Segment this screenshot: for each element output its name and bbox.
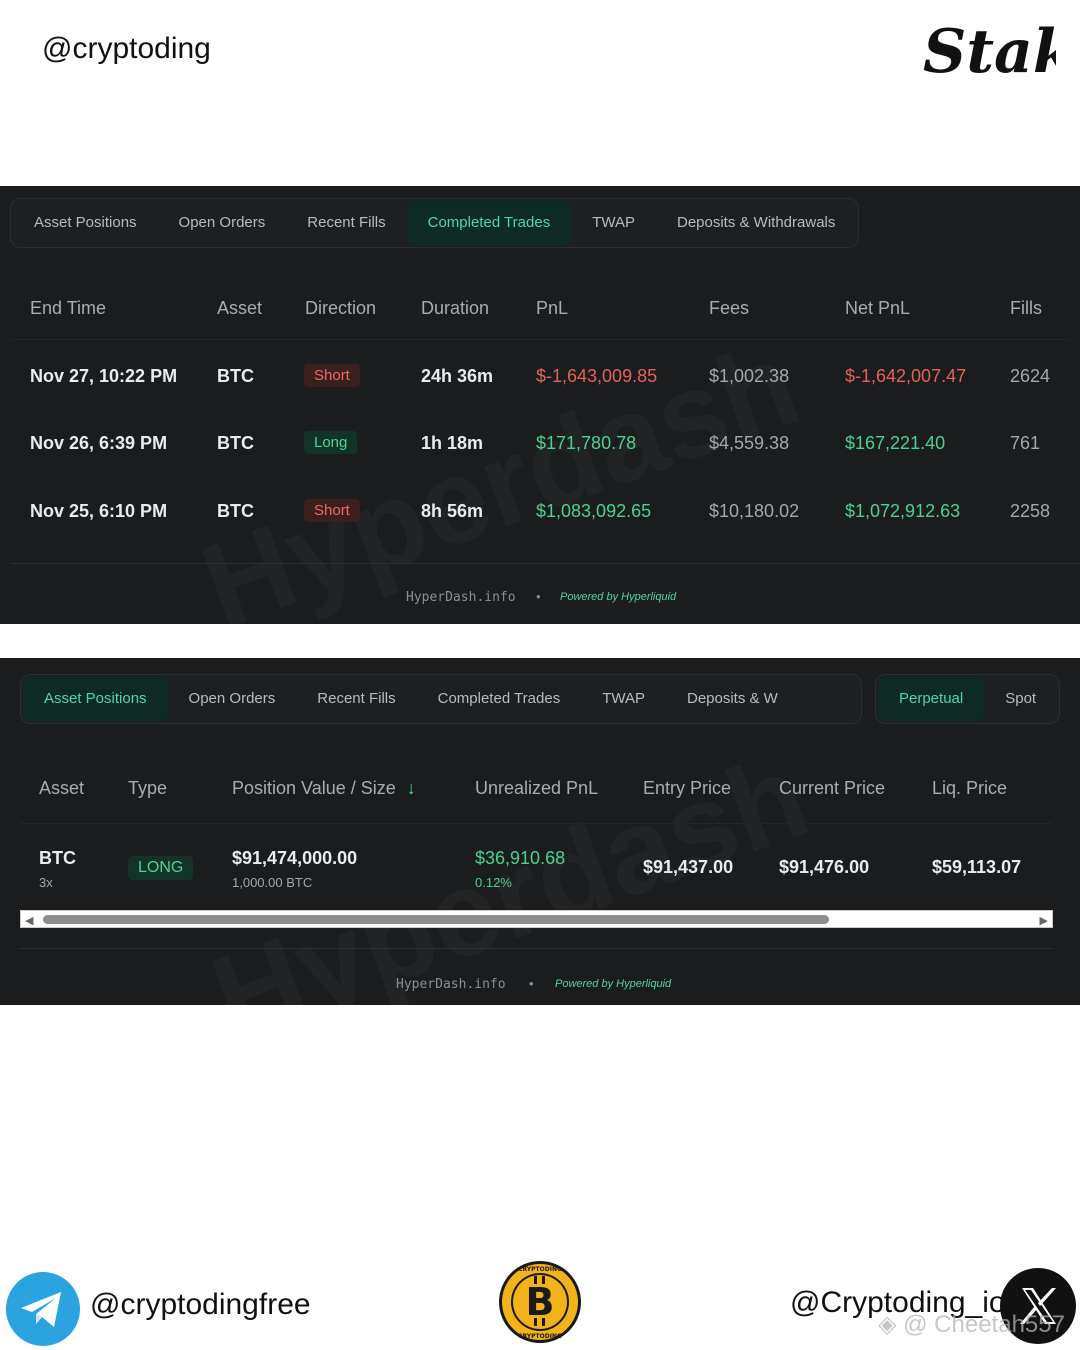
footer-site-link[interactable]: HyperDash.info [406, 590, 516, 605]
cell-fills: 761 [1010, 433, 1041, 453]
cell-net-pnl: $1,072,912.63 [845, 501, 961, 521]
toggle-perpetual[interactable]: Perpetual [878, 677, 985, 721]
tab-asset-positions[interactable]: Asset Positions [13, 201, 158, 245]
header-handle: @cryptoding [42, 32, 211, 65]
cell-net-pnl: $-1,642,007.47 [845, 366, 967, 386]
col-net-pnl[interactable]: Net PnL [845, 298, 910, 319]
tab-bar: Asset Positions Open Orders Recent Fills… [10, 198, 860, 248]
cell-fills: 2624 [1010, 366, 1051, 386]
col-duration[interactable]: Duration [421, 298, 489, 319]
col-end-time[interactable]: End Time [30, 298, 106, 319]
col-asset[interactable]: Asset [217, 298, 262, 319]
cell-fees: $1,002.38 [709, 366, 790, 386]
tab-open-orders[interactable]: Open Orders [168, 677, 297, 721]
tab-bar: Asset Positions Open Orders Recent Fills… [20, 674, 862, 724]
cell-end-time: Nov 25, 6:10 PM [30, 501, 168, 521]
stake-logo: Stake [923, 17, 1056, 87]
coin-text-top: CRYPTODING [518, 1266, 562, 1273]
footer-separator-icon: • [529, 976, 534, 991]
header-divider [20, 823, 1052, 824]
toggle-spot[interactable]: Spot [984, 677, 1057, 721]
tab-recent-fills[interactable]: Recent Fills [296, 677, 416, 721]
cell-fees: $4,559.38 [709, 433, 790, 453]
col-liq-price[interactable]: Liq. Price [932, 778, 1007, 799]
tab-completed-trades[interactable]: Completed Trades [417, 677, 582, 721]
cell-size: 1,000.00 BTC [232, 875, 313, 890]
footer-separator-icon: • [536, 589, 541, 604]
cell-asset: BTC [217, 501, 254, 521]
cell-duration: 1h 18m [421, 433, 484, 453]
cell-current-price: $91,476.00 [779, 857, 870, 877]
tab-twap[interactable]: TWAP [581, 677, 666, 721]
direction-badge: Short [304, 364, 360, 387]
cell-end-time: Nov 26, 6:39 PM [30, 433, 168, 453]
cell-unrealized-pct: 0.12% [475, 875, 512, 890]
col-unrealized-pnl[interactable]: Unrealized PnL [475, 778, 598, 799]
type-badge: LONG [128, 856, 194, 880]
cell-liq-price: $59,113.07 [932, 857, 1022, 877]
direction-badge: Short [304, 499, 360, 522]
cell-fees: $10,180.02 [709, 501, 800, 521]
scroll-left-icon[interactable]: ◀ [25, 914, 33, 927]
col-fills[interactable]: Fills [1010, 298, 1042, 319]
completed-trades-panel: Hyperdash Asset Positions Open Orders Re… [0, 186, 1080, 624]
footer-powered-link[interactable]: Powered by Hyperliquid [560, 591, 676, 603]
cell-pnl: $1,083,092.65 [536, 501, 652, 521]
cell-leverage: 3x [39, 875, 53, 890]
cell-entry-price: $91,437.00 [643, 857, 734, 877]
tab-recent-fills[interactable]: Recent Fills [286, 201, 406, 245]
cell-position-value: $91,474,000.00 [232, 848, 358, 868]
binance-diamond-icon: ◈ [878, 1311, 897, 1338]
col-pnl[interactable]: PnL [536, 298, 568, 319]
binance-watermark: ◈ @ Cheetah557 [878, 1310, 1065, 1339]
col-current-price[interactable]: Current Price [779, 778, 885, 799]
col-direction[interactable]: Direction [305, 298, 376, 319]
tab-deposits-withdrawals[interactable]: Deposits & W [666, 677, 799, 721]
tab-asset-positions[interactable]: Asset Positions [23, 677, 168, 721]
cell-end-time: Nov 27, 10:22 PM [30, 366, 178, 386]
footer-powered-link[interactable]: Powered by Hyperliquid [555, 978, 671, 990]
telegram-icon[interactable] [6, 1272, 80, 1346]
coin-text-bottom: CRYPTODING [518, 1333, 562, 1340]
tab-twap[interactable]: TWAP [571, 201, 656, 245]
cell-asset: BTC [217, 366, 254, 386]
footer-divider [10, 563, 1080, 564]
cell-fills: 2258 [1010, 501, 1051, 521]
cell-duration: 24h 36m [421, 366, 494, 386]
asset-positions-panel: Hyperdash Asset Positions Open Orders Re… [0, 658, 1080, 1005]
bitcoin-coin-logo: B CRYPTODING CRYPTODING [499, 1261, 581, 1343]
header-divider [10, 339, 1070, 340]
stake-logo-text: Stake [923, 17, 1056, 87]
hyperdash-watermark: Hyperdash [185, 314, 815, 624]
cell-net-pnl: $167,221.40 [845, 433, 946, 453]
footer-site-link[interactable]: HyperDash.info [396, 977, 506, 992]
col-asset[interactable]: Asset [39, 778, 84, 799]
arrow-down-icon: ↓ [406, 778, 416, 798]
scrollbar-thumb[interactable] [43, 915, 829, 924]
tab-open-orders[interactable]: Open Orders [158, 201, 287, 245]
tab-deposits-withdrawals[interactable]: Deposits & Withdrawals [656, 201, 856, 245]
binance-watermark-text: @ Cheetah557 [903, 1311, 1065, 1338]
scroll-right-icon[interactable]: ▶ [1040, 914, 1048, 927]
svg-text:B: B [526, 1280, 555, 1324]
col-position-value-size[interactable]: Position Value / Size ↓ [232, 778, 416, 799]
col-position-value-size-label: Position Value / Size [232, 778, 396, 798]
cell-unrealized-pnl: $36,910.68 [475, 848, 566, 868]
telegram-handle[interactable]: @cryptodingfree [90, 1288, 311, 1322]
market-toggle: Perpetual Spot [875, 674, 1061, 724]
cell-asset: BTC [217, 433, 254, 453]
cell-duration: 8h 56m [421, 501, 484, 521]
tab-completed-trades[interactable]: Completed Trades [406, 201, 572, 245]
cell-pnl: $171,780.78 [536, 433, 637, 453]
col-fees[interactable]: Fees [709, 298, 749, 319]
cell-pnl: $-1,643,009.85 [536, 366, 658, 386]
footer-divider [20, 948, 1052, 949]
cell-asset: BTC [39, 848, 76, 868]
direction-badge: Long [304, 431, 358, 454]
horizontal-scrollbar[interactable]: ◀ ▶ [20, 910, 1053, 928]
col-entry-price[interactable]: Entry Price [643, 778, 731, 799]
col-type[interactable]: Type [128, 778, 167, 799]
